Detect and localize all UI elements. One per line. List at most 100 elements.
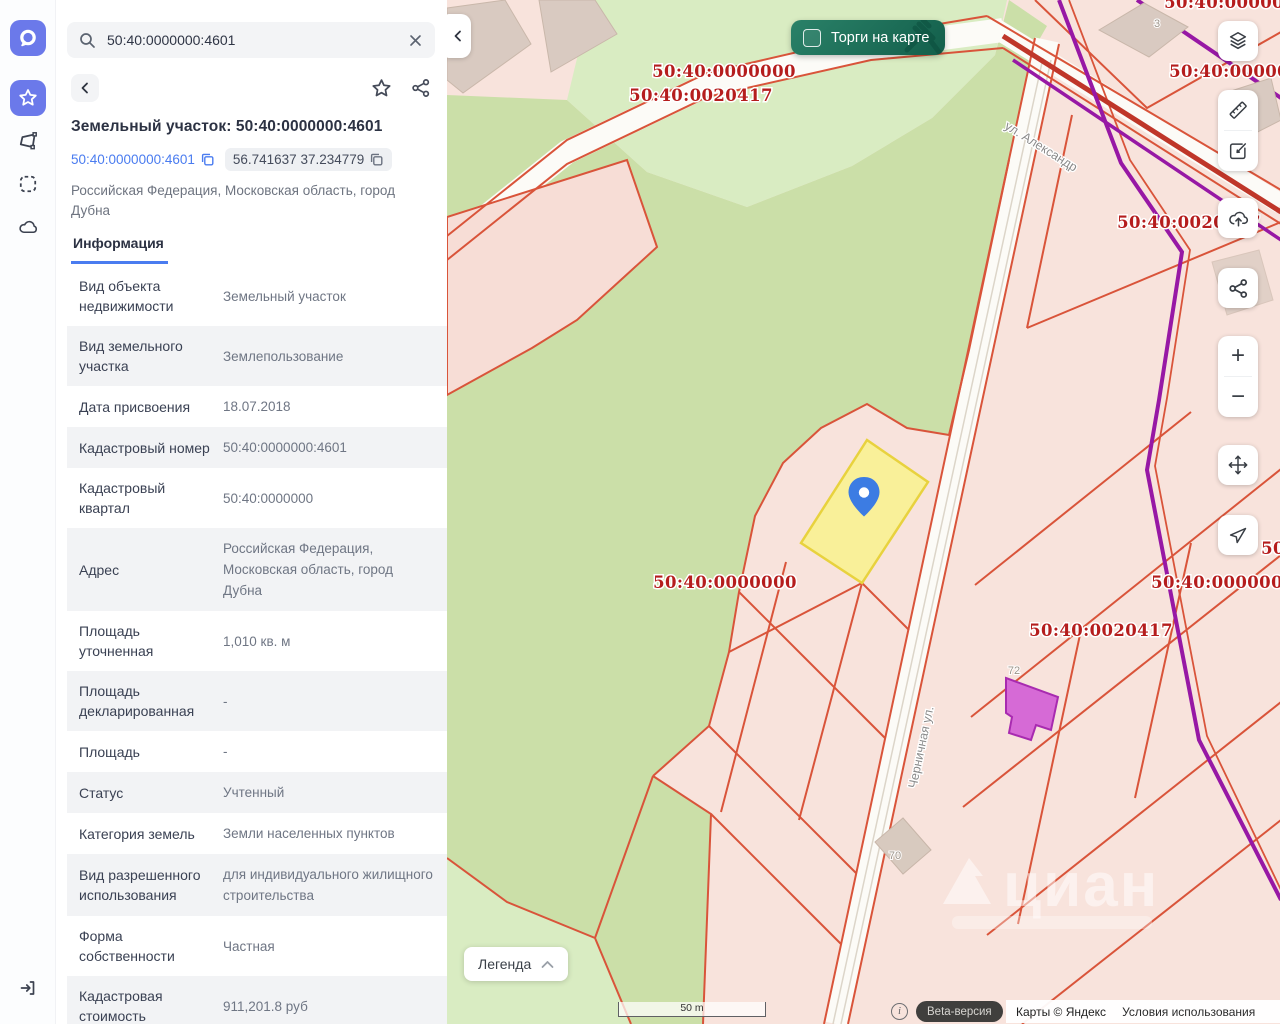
info-glyph: i bbox=[898, 1006, 901, 1017]
row-label: Дата присвоения bbox=[79, 397, 211, 417]
row-label: Статус bbox=[79, 783, 211, 803]
row-value: 18.07.2018 bbox=[223, 396, 433, 417]
ruler-button[interactable] bbox=[1218, 90, 1258, 130]
table-row: Статус Учтенный bbox=[67, 772, 447, 813]
legend-button[interactable]: Легенда bbox=[464, 947, 568, 981]
copyright-link[interactable]: Карты © Яндекс bbox=[1016, 1005, 1106, 1019]
search-icon bbox=[79, 32, 96, 49]
row-label: Адрес bbox=[79, 560, 211, 580]
login-icon bbox=[18, 978, 38, 998]
cadastral-quarter-label: 50:40:0000000 bbox=[652, 62, 796, 81]
watermark-subline bbox=[952, 916, 1152, 929]
building-number-label: 70 bbox=[889, 850, 901, 862]
tab-information[interactable]: Информация bbox=[71, 235, 168, 264]
app-logo-icon bbox=[17, 27, 39, 49]
draw-button[interactable] bbox=[1218, 131, 1258, 171]
row-label: Вид объекта недвижимости bbox=[79, 276, 211, 316]
row-label: Площадь bbox=[79, 742, 211, 762]
beta-badge: Beta-версия bbox=[916, 1001, 1003, 1022]
attributes-table: Вид объекта недвижимостиЗемельный участо… bbox=[67, 266, 447, 1024]
row-label: Форма собственности bbox=[79, 926, 211, 966]
copy-icon[interactable] bbox=[369, 152, 384, 167]
chevron-left-icon bbox=[78, 81, 92, 95]
chevron-up-icon bbox=[541, 960, 554, 969]
map-canvas[interactable]: 50:40:0000000 50:40:0020417 50:40:000000… bbox=[447, 0, 1280, 1024]
sidebar-item-favorites[interactable] bbox=[10, 80, 46, 116]
table-row: АдресРоссийская Федерация, Московская об… bbox=[67, 528, 447, 611]
cadastral-quarter-label: 50:40:0000000 bbox=[1164, 0, 1280, 12]
trades-label: Торги на карте bbox=[831, 30, 929, 46]
table-row: Кадастровый квартал50:40:0000000 bbox=[67, 468, 447, 528]
map-base-layer: 50:40:0000000 50:40:0020417 50:40:000000… bbox=[447, 0, 1280, 1024]
favorite-button[interactable] bbox=[367, 74, 395, 102]
cadastral-quarter-label: 50:40:0020417 bbox=[629, 86, 773, 105]
cadastral-quarter-label: 50:40:0000000 bbox=[1261, 539, 1280, 558]
building-number-label: 72 bbox=[1008, 665, 1020, 677]
row-value: - bbox=[223, 691, 433, 712]
app-logo[interactable] bbox=[10, 20, 46, 56]
terms-link[interactable]: Условия использования bbox=[1122, 1005, 1255, 1019]
polygon-icon bbox=[18, 131, 38, 151]
collapse-panel-button[interactable] bbox=[447, 14, 471, 58]
sidebar-item-polygon-tool[interactable] bbox=[10, 123, 46, 159]
area-select-icon bbox=[18, 174, 38, 194]
share-map-button[interactable] bbox=[1218, 268, 1258, 308]
table-row: Площадь декларированная- bbox=[67, 671, 447, 731]
row-label: Категория земель bbox=[79, 824, 211, 844]
search-bar[interactable] bbox=[67, 22, 435, 58]
chevron-left-icon bbox=[452, 30, 464, 42]
share-button[interactable] bbox=[407, 74, 435, 102]
row-label: Вид разрешенного использования bbox=[79, 865, 211, 905]
clear-search-icon[interactable] bbox=[408, 33, 423, 48]
row-value: Землепользование bbox=[223, 346, 433, 367]
upload-button[interactable] bbox=[1218, 198, 1258, 238]
sidebar-item-cloud[interactable] bbox=[10, 209, 46, 245]
row-label: Площадь уточненная bbox=[79, 621, 211, 661]
building-number-label: 3 bbox=[1154, 18, 1160, 30]
trades-on-map-toggle[interactable]: Торги на карте bbox=[791, 20, 945, 55]
row-label: Кадастровый номер bbox=[79, 438, 211, 458]
star-outline-icon bbox=[371, 78, 392, 99]
cadastral-quarter-label: 50:40:0020417 bbox=[1029, 621, 1173, 640]
row-value: 50:40:0000000:4601 bbox=[223, 437, 433, 458]
cadastral-quarter-label: 50:40:0000000 bbox=[1169, 62, 1280, 81]
edit-icon bbox=[1227, 140, 1249, 162]
ruler-icon bbox=[1227, 99, 1249, 121]
table-row: Площадь- bbox=[67, 731, 447, 772]
row-value: Земли населенных пунктов bbox=[223, 823, 433, 844]
row-value: - bbox=[223, 741, 433, 762]
zoom-in-button[interactable]: + bbox=[1218, 336, 1258, 376]
row-value: для индивидуального жилищного строительс… bbox=[223, 864, 433, 906]
layers-icon bbox=[1227, 30, 1249, 52]
coordinates-chip[interactable]: 56.741637 37.234779 bbox=[225, 148, 392, 171]
app-window: Земельный участок: 50:40:0000000:4601 50… bbox=[0, 0, 1280, 1024]
left-icon-rail bbox=[0, 0, 56, 1024]
trades-checkbox[interactable] bbox=[803, 29, 821, 47]
map-scale-bar: 50 m bbox=[618, 1002, 766, 1017]
copy-icon[interactable] bbox=[200, 152, 215, 167]
share-icon bbox=[1228, 278, 1249, 299]
table-row: Вид земельного участкаЗемлепользование bbox=[67, 326, 447, 386]
tabs: Информация bbox=[71, 235, 435, 264]
cadastral-number-text: 50:40:0000000:4601 bbox=[71, 152, 195, 167]
search-input[interactable] bbox=[105, 31, 399, 49]
row-label: Кадастровая стоимость bbox=[79, 986, 211, 1024]
table-row: Площадь уточненная1,010 кв. м bbox=[67, 611, 447, 671]
back-button[interactable] bbox=[71, 74, 99, 102]
table-row: Кадастровый номер 50:40:0000000:4601 bbox=[67, 427, 447, 468]
locate-me-button[interactable] bbox=[1218, 515, 1258, 555]
address-text: Российская Федерация, Московская область… bbox=[71, 181, 435, 221]
cadastral-number-link[interactable]: 50:40:0000000:4601 bbox=[71, 152, 215, 167]
pan-mode-button[interactable] bbox=[1218, 445, 1258, 485]
layers-button[interactable] bbox=[1218, 21, 1258, 61]
beta-label: Beta-версия bbox=[927, 1006, 992, 1018]
row-value: Учтенный bbox=[223, 782, 433, 803]
table-row: Форма собственностиЧастная bbox=[67, 916, 447, 976]
coordinates-text: 56.741637 37.234779 bbox=[233, 152, 364, 167]
scale-label: 50 m bbox=[680, 1002, 703, 1014]
zoom-out-button[interactable]: − bbox=[1218, 377, 1258, 417]
info-icon[interactable]: i bbox=[891, 1003, 908, 1020]
row-label: Площадь декларированная bbox=[79, 681, 211, 721]
sidebar-item-area-select[interactable] bbox=[10, 166, 46, 202]
sidebar-item-login[interactable] bbox=[10, 970, 46, 1006]
